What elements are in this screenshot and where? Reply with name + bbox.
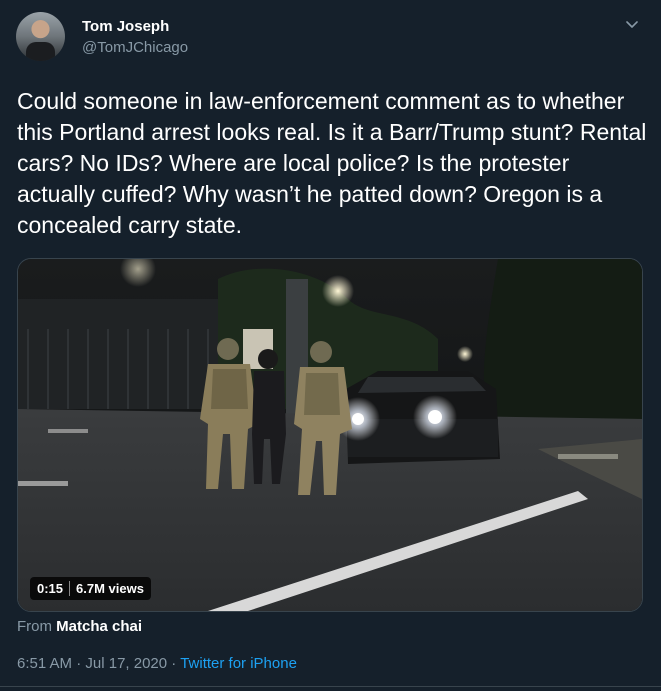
media-attribution: From Matcha chai bbox=[17, 618, 142, 635]
author-handle[interactable]: @TomJChicago bbox=[82, 39, 188, 56]
video-stats-badge: 0:15 6.7M views bbox=[30, 577, 151, 600]
video-view-count: 6.7M views bbox=[76, 581, 144, 596]
avatar[interactable] bbox=[16, 12, 65, 61]
attribution-prefix: From bbox=[17, 618, 52, 635]
author-name[interactable]: Tom Joseph bbox=[82, 18, 169, 35]
badge-divider bbox=[69, 581, 71, 596]
chevron-down-icon[interactable] bbox=[622, 14, 642, 34]
video-player[interactable] bbox=[17, 258, 643, 612]
tweet-meta: 6:51 AM · Jul 17, 2020 · Twitter for iPh… bbox=[17, 655, 297, 672]
tweet-time[interactable]: 6:51 AM bbox=[17, 655, 72, 672]
bottom-divider bbox=[0, 686, 661, 687]
avatar-body bbox=[26, 42, 55, 61]
video-duration: 0:15 bbox=[37, 581, 64, 596]
tweet-date[interactable]: Jul 17, 2020 bbox=[85, 655, 167, 672]
attribution-account-link[interactable]: Matcha chai bbox=[56, 618, 142, 635]
meta-separator: · bbox=[76, 655, 82, 672]
meta-separator: · bbox=[171, 655, 177, 672]
tweet-client-link[interactable]: Twitter for iPhone bbox=[180, 655, 297, 672]
video-frame bbox=[18, 259, 642, 611]
tweet-text: Could someone in law-enforcement comment… bbox=[17, 88, 653, 238]
